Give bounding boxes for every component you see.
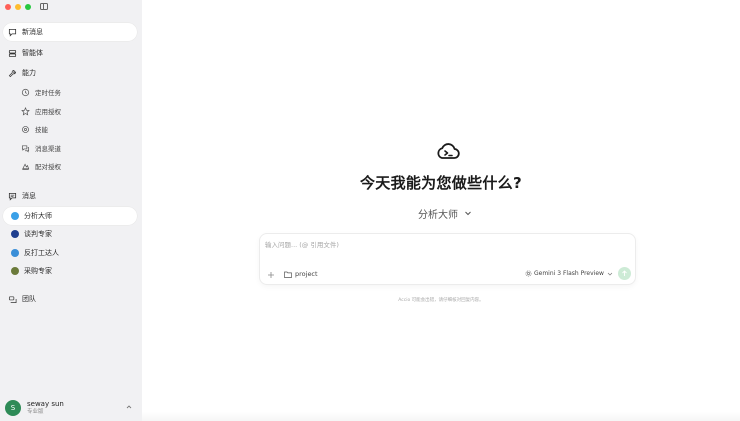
minimize-window-button[interactable] xyxy=(15,4,21,10)
project-label: project xyxy=(295,270,318,278)
sidebar-item-label: 能力 xyxy=(22,69,36,77)
chat-bubble-icon xyxy=(7,27,17,37)
chevron-up-icon[interactable] xyxy=(125,403,133,411)
star-icon xyxy=(20,106,30,116)
sidebar-item-app-authorization[interactable]: 应用授权 xyxy=(3,102,137,120)
agent-avatar xyxy=(11,249,19,257)
bottom-edge xyxy=(142,412,740,421)
sidebar-agent-analysis-master[interactable]: 分析大师 xyxy=(3,207,137,225)
cloud-terminal-icon xyxy=(437,143,460,159)
sidebar-item-label: 配对授权 xyxy=(35,163,61,171)
agent-avatar xyxy=(11,267,19,275)
folder-icon xyxy=(284,271,292,278)
sidebar-item-capabilities[interactable]: 能力 xyxy=(3,64,137,82)
close-window-button[interactable] xyxy=(5,4,11,10)
user-plan: 专业版 xyxy=(27,409,44,415)
sidebar-item-label: 新消息 xyxy=(22,28,43,36)
sidebar-item-label: 技能 xyxy=(35,126,48,134)
disclaimer-text: Accio 可能会出错，请仔细核对回复内容。 xyxy=(398,298,484,303)
message-composer: project Gemini 3 Flash Preview xyxy=(259,233,636,285)
agent-avatar xyxy=(11,212,19,220)
message-icon xyxy=(7,191,17,201)
agent-label: 采购专家 xyxy=(24,267,52,275)
agent-selector[interactable]: 分析大师 xyxy=(418,206,472,221)
sidebar: 新消息 智能体 能力 定时任务 应用授权 技能 消息渠道 配对授权 消息 分析大… xyxy=(0,0,142,421)
sidebar-agent-anti-work-pro[interactable]: 反打工达人 xyxy=(3,244,137,262)
sidebar-item-label: 应用授权 xyxy=(35,108,61,116)
main-panel: 今天我能为您做些什么? 分析大师 project Gemini 3 Flash … xyxy=(142,0,740,421)
team-icon xyxy=(7,294,17,304)
model-label: Gemini 3 Flash Preview xyxy=(534,270,604,277)
sidebar-item-scheduled-tasks[interactable]: 定时任务 xyxy=(3,83,137,101)
sidebar-toggle-icon[interactable] xyxy=(40,3,48,10)
user-name: seway sun xyxy=(27,400,64,408)
page-title: 今天我能为您做些什么? xyxy=(359,174,522,192)
user-info: seway sun 专业版 xyxy=(27,400,64,416)
model-selector[interactable]: Gemini 3 Flash Preview xyxy=(525,270,613,277)
gear-icon xyxy=(525,270,532,277)
agent-label: 反打工达人 xyxy=(24,249,59,257)
sidebar-agent-negotiation-expert[interactable]: 谈判专家 xyxy=(3,225,137,243)
sidebar-item-label: 消息渠道 xyxy=(35,145,61,153)
sidebar-item-skills[interactable]: 技能 xyxy=(3,120,137,138)
pairing-icon xyxy=(20,161,30,171)
plus-icon[interactable] xyxy=(267,271,275,279)
clock-icon xyxy=(20,87,30,97)
message-input[interactable] xyxy=(265,239,625,251)
sidebar-item-label: 消息 xyxy=(22,192,36,200)
project-selector[interactable]: project xyxy=(284,270,318,278)
window-controls xyxy=(5,4,31,10)
sidebar-item-label: 定时任务 xyxy=(35,89,61,97)
user-profile[interactable]: S seway sun 专业版 xyxy=(5,399,137,417)
arrow-up-icon xyxy=(622,270,627,276)
sidebar-item-message-channels[interactable]: 消息渠道 xyxy=(3,139,137,157)
skill-icon xyxy=(20,124,30,134)
sidebar-item-messages[interactable]: 消息 xyxy=(3,187,137,205)
sidebar-item-team[interactable]: 团队 xyxy=(3,290,137,308)
avatar: S xyxy=(5,400,21,416)
agent-label: 分析大师 xyxy=(24,212,52,220)
maximize-window-button[interactable] xyxy=(25,4,31,10)
agent-avatar xyxy=(11,230,19,238)
agent-label: 谈判专家 xyxy=(24,230,52,238)
channel-icon xyxy=(20,143,30,153)
sidebar-item-new-message[interactable]: 新消息 xyxy=(3,23,137,41)
sidebar-agent-procurement-expert[interactable]: 采购专家 xyxy=(3,262,137,280)
agent-selector-label: 分析大师 xyxy=(418,209,458,221)
chevron-down-icon xyxy=(465,211,471,216)
send-button[interactable] xyxy=(618,267,631,280)
sidebar-item-label: 智能体 xyxy=(22,49,43,57)
wrench-icon xyxy=(7,68,17,78)
sidebar-item-agents[interactable]: 智能体 xyxy=(3,44,137,62)
sidebar-item-pairing-authorization[interactable]: 配对授权 xyxy=(3,157,137,175)
chevron-down-icon xyxy=(607,272,613,275)
sidebar-item-label: 团队 xyxy=(22,295,36,303)
agent-icon xyxy=(7,48,17,58)
